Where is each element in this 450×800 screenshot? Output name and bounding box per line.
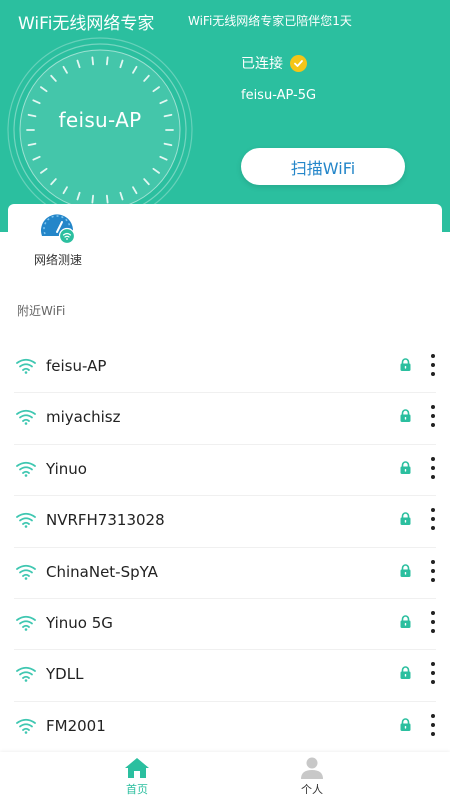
nav-home-label: 首页 [126,783,148,796]
more-options-icon[interactable] [425,712,441,738]
wifi-ssid: FM2001 [46,716,106,735]
connected-ssid: feisu-AP-5G [241,88,317,103]
wifi-ssid: Yinuo [46,459,87,478]
gauge-tick [105,56,109,66]
wifi-ssid: feisu-AP [46,357,107,375]
lock-icon [400,358,411,371]
connection-status: 已连接 [241,56,283,72]
app-title: WiFi无线网络专家 [18,14,155,34]
nav-home[interactable]: 首页 [102,757,172,797]
wifi-ssid: Yinuo 5G [46,613,113,632]
bottom-nav: 首页 个人 [0,752,450,800]
lock-icon [400,615,411,628]
more-options-icon[interactable] [425,403,441,429]
person-icon [301,757,323,779]
wifi-ssid: YDLL [46,665,84,684]
wifi-signal-icon [16,564,36,580]
lock-icon [400,512,411,526]
nav-profile[interactable]: 个人 [277,757,347,797]
gauge-ssid: feisu-AP [58,108,142,132]
wifi-list-item[interactable]: FM2001 [14,702,436,754]
speed-test-label: 网络测速 [33,253,82,267]
wifi-list-item[interactable]: ChinaNet-SpYA [14,548,436,599]
check-icon [290,54,307,72]
wifi-signal-icon [16,718,36,734]
nearby-wifi-heading: 附近WiFi [17,304,66,318]
more-options-icon[interactable] [425,660,441,686]
speedometer-icon [41,214,76,244]
scan-wifi-button[interactable]: 扫描WiFi [241,148,405,185]
more-options-icon[interactable] [425,558,441,584]
lock-icon [400,409,411,423]
gauge-tick [91,56,95,66]
app-screen: WiFi无线网络专家 WiFi无线网络专家已陪伴您1天 feisu-AP 已连接… [0,0,450,800]
more-options-icon[interactable] [425,455,441,481]
wifi-ssid: miyachisz [46,408,121,427]
wifi-signal-icon [16,410,36,426]
wifi-signal-icon [16,667,36,683]
wifi-signal-icon [16,615,36,631]
more-options-icon[interactable] [425,352,441,378]
wifi-list-item[interactable]: miyachisz [14,393,436,445]
tools-card: 网络测速 [8,204,442,274]
lock-icon [400,718,411,731]
connection-status-row: 已连接 [241,53,307,73]
wifi-list-item[interactable]: Yinuo 5G [14,599,436,651]
wifi-list-item[interactable]: YDLL [14,650,436,702]
wifi-signal-icon [16,461,36,477]
wifi-list-item[interactable]: Yinuo [14,445,436,497]
app-subtitle: WiFi无线网络专家已陪伴您1天 [188,14,352,28]
home-icon [125,758,149,778]
more-options-icon[interactable] [425,506,441,532]
wifi-ssid: NVRFH7313028 [46,511,165,530]
lock-icon [400,461,411,474]
wifi-ssid: ChinaNet-SpYA [46,562,158,581]
wifi-signal-icon [16,358,36,374]
wifi-signal-icon [16,513,36,528]
wifi-list-item[interactable]: NVRFH7313028 [14,496,436,548]
wifi-list-item[interactable]: feisu-AP [14,342,436,394]
nav-profile-label: 个人 [301,783,323,796]
lock-icon [400,563,411,577]
speed-test-tool[interactable]: 网络测速 [28,212,88,268]
more-options-icon[interactable] [425,609,441,635]
gauge-tick [91,194,95,204]
lock-icon [400,666,411,680]
header: WiFi无线网络专家 WiFi无线网络专家已陪伴您1天 feisu-AP 已连接… [0,0,450,232]
nearby-wifi-list: feisu-AP miyachisz Yinuo NVRFH7313028 ChinaN… [0,342,450,754]
gauge-tick [105,194,109,204]
